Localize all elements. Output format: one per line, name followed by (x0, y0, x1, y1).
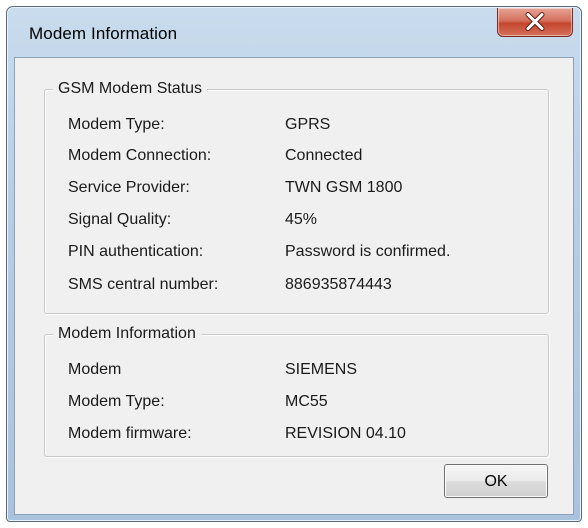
service-provider-value: TWN GSM 1800 (285, 179, 403, 196)
modem-firmware-label: Modem firmware: (68, 425, 192, 442)
modem-label: Modem (68, 361, 122, 378)
modem-connection-value: Connected (285, 147, 363, 164)
pin-authentication-row: PIN authentication: Password is confirme… (45, 241, 548, 265)
pin-authentication-value: Password is confirmed. (285, 243, 451, 260)
modem-information-group: Modem Information Modem SIEMENS Modem Ty… (44, 325, 549, 457)
modem-information-dialog: Modem Information GSM Modem Status Modem… (6, 6, 582, 522)
modem-connection-row: Modem Connection: Connected (45, 145, 548, 169)
close-icon (525, 12, 545, 32)
dialog-client-area: GSM Modem Status Modem Type: GPRS Modem … (14, 57, 574, 515)
service-provider-label: Service Provider: (68, 179, 190, 196)
pin-authentication-label: PIN authentication: (68, 243, 204, 260)
title-bar[interactable]: Modem Information (7, 7, 581, 57)
modem-model-label: Modem Type: (68, 393, 165, 410)
ok-button[interactable]: OK (444, 464, 548, 498)
signal-quality-value: 45% (285, 211, 318, 228)
modem-information-title: Modem Information (53, 325, 201, 343)
sms-central-number-row: SMS central number: 886935874443 (45, 274, 548, 298)
service-provider-row: Service Provider: TWN GSM 1800 (45, 177, 548, 201)
window-title: Modem Information (29, 24, 178, 43)
gsm-modem-status-group: GSM Modem Status Modem Type: GPRS Modem … (44, 80, 549, 314)
modem-firmware-row: Modem firmware: REVISION 04.10 (45, 423, 548, 447)
modem-model-value: MC55 (285, 393, 328, 410)
modem-type-value: GPRS (285, 116, 331, 133)
signal-quality-label: Signal Quality: (68, 211, 172, 228)
close-button[interactable] (497, 8, 573, 37)
modem-firmware-value: REVISION 04.10 (285, 425, 406, 442)
gsm-modem-status-title: GSM Modem Status (53, 80, 208, 98)
modem-type-label: Modem Type: (68, 116, 165, 133)
modem-type-row: Modem Type: GPRS (45, 114, 548, 138)
sms-central-number-label: SMS central number: (68, 276, 219, 293)
modem-model-row: Modem Type: MC55 (45, 391, 548, 415)
modem-connection-label: Modem Connection: (68, 147, 212, 164)
sms-central-number-value: 886935874443 (285, 276, 392, 293)
modem-row: Modem SIEMENS (45, 359, 548, 383)
signal-quality-row: Signal Quality: 45% (45, 209, 548, 233)
modem-value: SIEMENS (285, 361, 358, 378)
